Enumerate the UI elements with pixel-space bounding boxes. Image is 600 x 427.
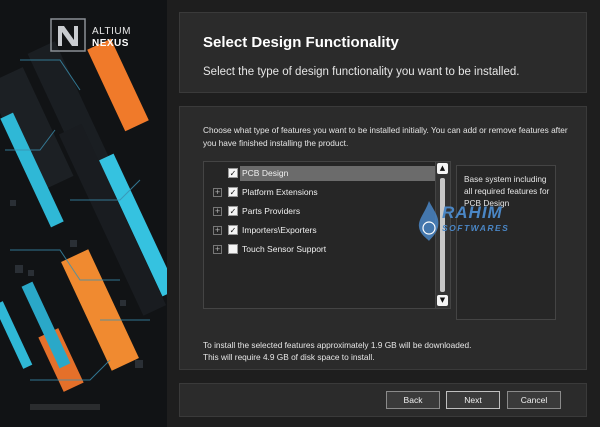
cancel-button[interactable]: Cancel	[507, 391, 561, 409]
chevron-down-icon[interactable]: ▼	[437, 295, 448, 306]
flame-logo-icon	[418, 201, 439, 241]
watermark-subtitle: SOFTWARES	[442, 223, 510, 233]
installer-artwork: ALTIUM NEXUS	[0, 0, 167, 427]
install-note-download: To install the selected features approxi…	[203, 340, 472, 350]
feature-item-parts-providers[interactable]: + ✓ Parts Providers	[204, 204, 436, 219]
plus-expander-icon[interactable]: +	[213, 207, 222, 216]
feature-item-touch-sensor-support[interactable]: + Touch Sensor Support	[204, 242, 436, 257]
feature-checkbox[interactable]: ✓	[228, 168, 238, 178]
watermark-title: RAHIM	[442, 203, 503, 222]
page-subtitle: Select the type of design functionality …	[203, 66, 520, 78]
feature-label: Importers\Exporters	[242, 225, 317, 235]
feature-label: Touch Sensor Support	[242, 244, 327, 254]
feature-label: PCB Design	[242, 168, 289, 178]
feature-checkbox[interactable]: ✓	[228, 206, 238, 216]
footer-panel: Back Next Cancel	[179, 383, 587, 417]
brand-line1: ALTIUM	[92, 26, 131, 37]
back-button[interactable]: Back	[386, 391, 440, 409]
content-panel: Choose what type of features you want to…	[179, 106, 587, 370]
plus-expander-icon[interactable]: +	[213, 226, 222, 235]
header-panel: Select Design Functionality Select the t…	[179, 12, 587, 93]
watermark: RAHIM SOFTWARES	[418, 199, 548, 249]
feature-checkbox[interactable]: ✓	[228, 187, 238, 197]
altium-logo-icon	[50, 18, 86, 52]
instructions-text: Choose what type of features you want to…	[203, 125, 568, 148]
chevron-up-icon[interactable]: ▲	[437, 163, 448, 174]
feature-item-importers-exporters[interactable]: + ✓ Importers\Exporters	[204, 223, 436, 238]
feature-label: Platform Extensions	[242, 187, 318, 197]
next-button[interactable]: Next	[446, 391, 500, 409]
install-size-note: To install the selected features approxi…	[203, 339, 573, 363]
plus-expander-icon[interactable]: +	[213, 188, 222, 197]
circuit-artwork-graphic	[0, 0, 167, 427]
feature-checkbox[interactable]: ✓	[228, 225, 238, 235]
feature-item-platform-extensions[interactable]: + ✓ Platform Extensions	[204, 185, 436, 200]
feature-label: Parts Providers	[242, 206, 301, 216]
install-note-disk: This will require 4.9 GB of disk space t…	[203, 352, 375, 362]
feature-item-pcb-design[interactable]: ✓ PCB Design	[204, 166, 437, 181]
page-title: Select Design Functionality	[203, 34, 399, 51]
art-footer-bar	[30, 404, 100, 410]
plus-expander-icon[interactable]: +	[213, 245, 222, 254]
feature-checkbox[interactable]	[228, 244, 238, 254]
brand-line2: NEXUS	[92, 38, 129, 49]
feature-tree[interactable]: ✓ PCB Design + ✓ Platform Extensions + ✓…	[203, 161, 451, 309]
altium-nexus-logo: ALTIUM NEXUS	[50, 18, 160, 58]
